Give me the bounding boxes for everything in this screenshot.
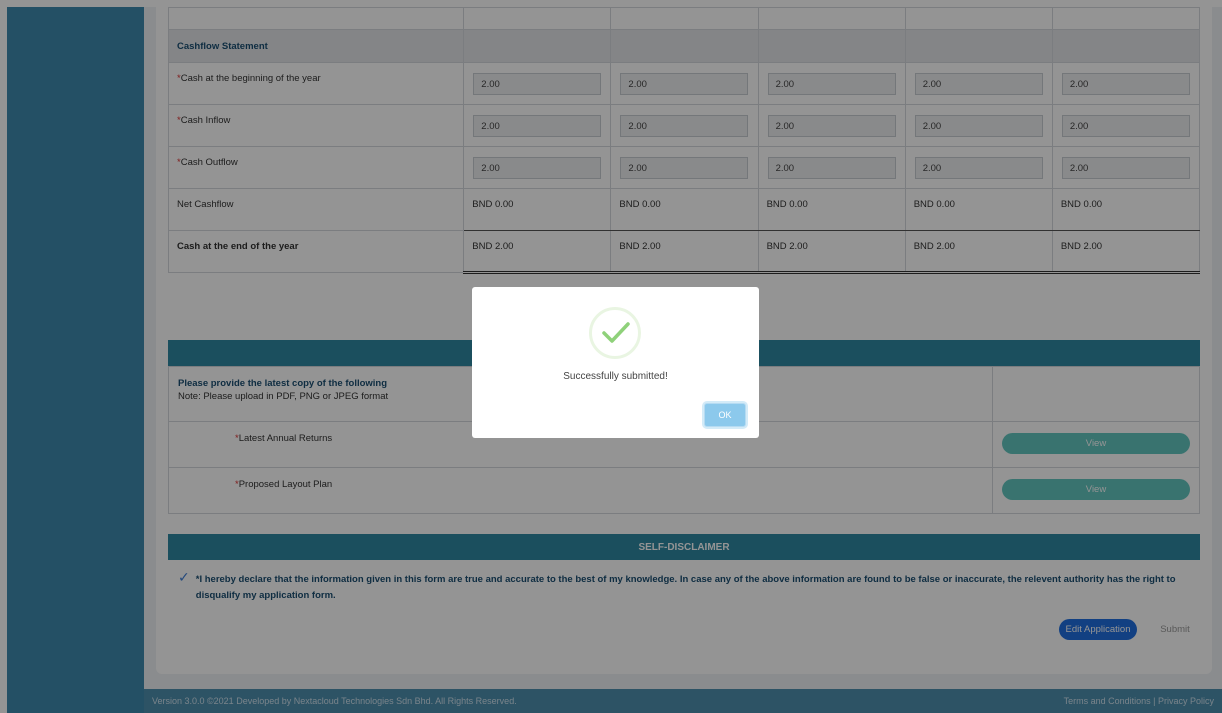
ok-button[interactable]: OK xyxy=(704,403,746,427)
check-icon xyxy=(602,322,630,343)
success-dialog: Successfully submitted! OK xyxy=(472,287,759,438)
success-icon-ring xyxy=(589,307,641,359)
dialog-message: Successfully submitted! xyxy=(563,371,668,382)
